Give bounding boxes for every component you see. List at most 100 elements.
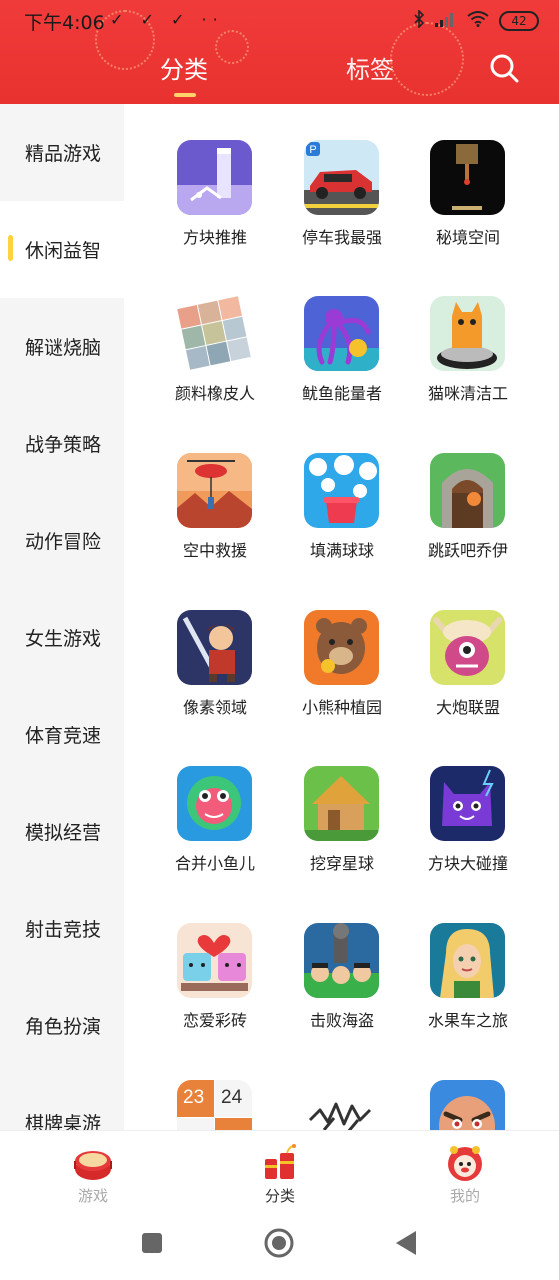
sidebar-item-label: 体育竞速: [25, 725, 102, 747]
sidebar-item-label: 精品游戏: [25, 143, 102, 165]
game-name: 方块大碰撞: [427, 854, 508, 873]
game-name: 填满球球: [309, 541, 374, 560]
game-icon-jump-joy: [430, 453, 505, 528]
game-icon-pixel-realm: [177, 610, 252, 685]
game-item[interactable]: 秘境空间: [408, 140, 528, 270]
game-icon-block-crash: [430, 766, 505, 841]
game-name: 方块推推: [182, 228, 247, 247]
game-item[interactable]: [408, 1080, 528, 1130]
sidebar-item-label: 模拟经营: [25, 822, 102, 844]
game-icon-angry-boss: [430, 1080, 505, 1130]
sidebar-item-sports-racing[interactable]: 体育竞速: [0, 686, 124, 783]
game-icon-fill-balls: [304, 453, 379, 528]
game-item[interactable]: 恋爱彩砖: [155, 923, 275, 1053]
battery-icon: 42: [499, 11, 539, 31]
game-name: 大炮联盟: [435, 698, 500, 717]
tile-number: 23: [183, 1087, 205, 1108]
game-name: 猫咪清洁工: [427, 384, 508, 403]
game-icon-cat-cleaner: [430, 296, 505, 371]
game-item[interactable]: 填满球球: [282, 453, 402, 583]
nav-games[interactable]: 游戏: [43, 1139, 143, 1205]
game-name: 恋爱彩砖: [182, 1011, 247, 1030]
game-name: 停车我最强: [301, 228, 382, 247]
game-item[interactable]: 颜料橡皮人: [155, 296, 275, 426]
sidebar-item-label: 战争策略: [25, 434, 102, 456]
game-item[interactable]: 水果车之旅: [408, 923, 528, 1053]
game-item[interactable]: 击败海盗: [282, 923, 402, 1053]
tab-tags[interactable]: 标签: [346, 50, 394, 85]
game-icon-secret-space: [430, 140, 505, 215]
game-item[interactable]: 大炮联盟: [408, 610, 528, 740]
game-icon-number-blocks: 23 24: [177, 1080, 252, 1130]
game-item[interactable]: 鱿鱼能量者: [282, 296, 402, 426]
sidebar-item-label: 女生游戏: [25, 628, 102, 650]
sidebar-item-war-strategy[interactable]: 战争策略: [0, 395, 124, 492]
game-icon-paint-eraser: [177, 296, 252, 371]
sidebar-item-girls-games[interactable]: 女生游戏: [0, 589, 124, 686]
nav-category[interactable]: 分类: [230, 1139, 330, 1205]
game-item[interactable]: [282, 1080, 402, 1130]
game-item[interactable]: 合并小鱼儿: [155, 766, 275, 896]
drum-icon: [73, 1143, 113, 1183]
nav-label: 游戏: [77, 1187, 108, 1205]
sidebar-item-action-adventure[interactable]: 动作冒险: [0, 492, 124, 589]
sidebar-item-board-card[interactable]: 棋牌桌游: [0, 1074, 124, 1130]
game-icon-sketch: [304, 1080, 379, 1130]
lion-icon: [445, 1143, 485, 1183]
header-bar: 下午4:06 ✓ ✓ ✓ ·· 42 分类 标签: [0, 0, 559, 104]
game-item[interactable]: 跳跃吧乔伊: [408, 453, 528, 583]
sidebar-item-label: 休闲益智: [25, 240, 102, 262]
sidebar-item-simulation[interactable]: 模拟经营: [0, 783, 124, 880]
game-item[interactable]: 方块推推: [155, 140, 275, 270]
bottom-nav: 游戏 分类 我的: [0, 1130, 559, 1206]
game-item[interactable]: 方块大碰撞: [408, 766, 528, 896]
home-icon[interactable]: [263, 1227, 295, 1263]
sidebar-item-casual-puzzle[interactable]: 休闲益智: [0, 201, 124, 298]
game-name: 小熊种植园: [301, 698, 382, 717]
status-right-group: 42: [413, 9, 539, 32]
game-icon-fruit-cart: [430, 923, 505, 998]
sidebar-item-label: 角色扮演: [25, 1016, 102, 1038]
game-name: 秘境空间: [435, 228, 500, 247]
sidebar-item-role-playing[interactable]: 角色扮演: [0, 977, 124, 1074]
game-icon-parking: P: [304, 140, 379, 215]
game-grid: 方块推推 P 停车我最强 秘境空间 颜料橡皮人 鱿鱼能量者 猫咪清洁工 空中救援…: [124, 104, 559, 1130]
game-item[interactable]: 猫咪清洁工: [408, 296, 528, 426]
sidebar-item-label: 棋牌桌游: [25, 1113, 102, 1130]
game-name: 跳跃吧乔伊: [427, 541, 508, 560]
game-item[interactable]: 像素领域: [155, 610, 275, 740]
game-icon-beat-pirates: [304, 923, 379, 998]
game-icon-squid-power: [304, 296, 379, 371]
sidebar-item-shooting[interactable]: 射击竞技: [0, 880, 124, 977]
top-tabs: 分类 标签: [0, 50, 559, 97]
game-item[interactable]: P 停车我最强: [282, 140, 402, 270]
game-name: 合并小鱼儿: [174, 854, 255, 873]
back-icon[interactable]: [394, 1230, 418, 1260]
game-item[interactable]: 空中救援: [155, 453, 275, 583]
recent-apps-icon[interactable]: [141, 1232, 163, 1258]
bluetooth-icon: [413, 9, 425, 32]
game-name: 空中救援: [182, 541, 247, 560]
game-item[interactable]: 挖穿星球: [282, 766, 402, 896]
game-icon-dig-planet: [304, 766, 379, 841]
nav-label: 分类: [264, 1187, 295, 1205]
tile-number: 24: [221, 1087, 243, 1108]
wifi-icon: [467, 11, 489, 31]
game-item[interactable]: 小熊种植园: [282, 610, 402, 740]
game-name: 鱿鱼能量者: [301, 384, 382, 403]
game-item[interactable]: 23 24: [155, 1080, 275, 1130]
game-icon-love-bricks: [177, 923, 252, 998]
nav-label: 我的: [449, 1187, 480, 1205]
status-bar: 下午4:06 ✓ ✓ ✓ ·· 42: [0, 0, 559, 42]
sidebar-item-brain-teasers[interactable]: 解谜烧脑: [0, 298, 124, 395]
sidebar-item-label: 动作冒险: [25, 531, 102, 553]
signal-icon: [435, 11, 457, 31]
game-icon-block-push: [177, 140, 252, 215]
system-nav-bar: [0, 1206, 559, 1280]
nav-me[interactable]: 我的: [415, 1139, 515, 1205]
game-name: 击败海盗: [309, 1011, 374, 1030]
game-icon-bear-farm: [304, 610, 379, 685]
tab-category[interactable]: 分类: [160, 50, 208, 97]
sidebar-item-premium-games[interactable]: 精品游戏: [0, 104, 124, 201]
search-icon[interactable]: [488, 52, 520, 84]
